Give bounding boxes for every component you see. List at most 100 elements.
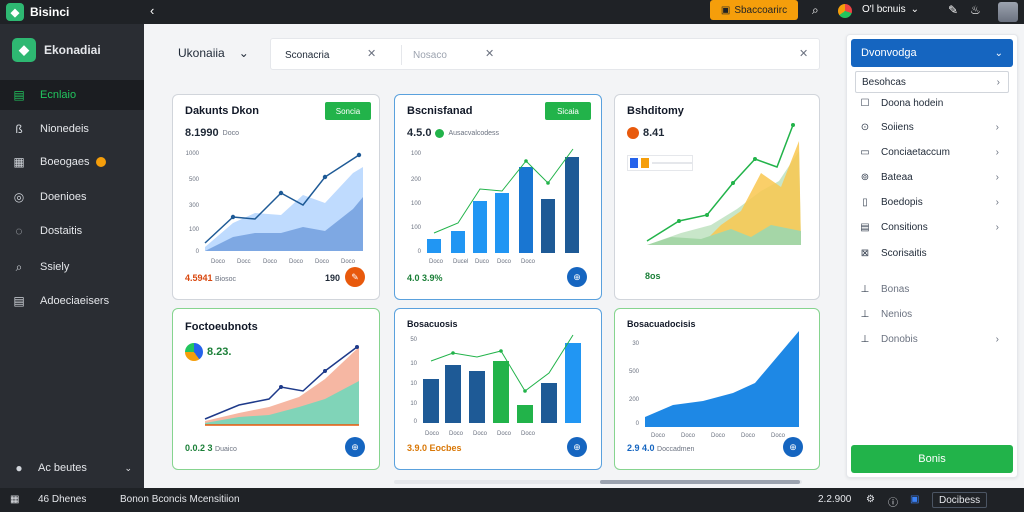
bar [517, 405, 533, 423]
sidebar-item-5[interactable]: ⌕ Ssiely [0, 252, 144, 282]
chart-card-3[interactable]: Foctoeubnots 8.23. 0.0.2 3 Duaico ⊕ [172, 308, 380, 470]
info-icon[interactable]: ⓘ [888, 494, 898, 509]
data-point [322, 174, 328, 180]
card-action-icon[interactable]: ⊕ [567, 437, 587, 457]
panel-item-label: Consitions [881, 221, 928, 233]
status-right-label[interactable]: Docibess [932, 492, 988, 508]
panel-item-0[interactable]: ☐ Doona hodein [855, 93, 1009, 113]
chart-card-4[interactable]: Bosacuosis 50 10 10 10 0 Doco Doco Doco … [394, 308, 602, 470]
tools-icon[interactable]: ✎ [948, 3, 958, 17]
bar [565, 157, 579, 253]
filter-chip-0[interactable]: Sconacria [285, 46, 329, 64]
panel-item-1[interactable]: ⊙ Soiiens › [855, 117, 1009, 137]
scrollbar-thumb[interactable] [600, 480, 800, 484]
avatar[interactable] [998, 2, 1018, 22]
panel-item-3[interactable]: ⊚ Bateaa › [855, 167, 1009, 187]
close-icon[interactable]: ✕ [367, 47, 376, 60]
bar [445, 365, 461, 423]
card-action-button[interactable]: Soncia [325, 102, 371, 120]
search-icon[interactable]: ⌕ [812, 3, 819, 18]
x-tick: Doco [449, 431, 464, 437]
card-action-icon[interactable]: ⊕ [783, 437, 803, 457]
app-logo-icon: ◆ [6, 3, 24, 21]
card-footer: 4.5941 Biosoc [185, 273, 236, 283]
card-footer-sub: Biosoc [215, 276, 237, 283]
horizontal-scrollbar[interactable] [394, 480, 802, 484]
card-value: 4.5.0 Ausacvalcodess [407, 127, 499, 139]
y-tick: 200 [411, 177, 422, 183]
close-icon[interactable]: ✕ [485, 47, 494, 60]
panel-item-9[interactable]: ⊥ Donobis › [855, 329, 1009, 349]
sidebar: ◆ Ekonadiai ▤ Ecnlaio ß Nionedeis ▦ Boeo… [0, 24, 144, 488]
chart-card-2[interactable]: Bshditomy 8.41 8os [614, 94, 820, 300]
back-button[interactable]: ‹ [150, 3, 154, 18]
card-action-icon[interactable]: ⊕ [345, 437, 365, 457]
data-point [753, 157, 757, 161]
panel-subheader[interactable]: Besohcas › [855, 71, 1009, 93]
sidebar-item-label: Nionedeis [40, 123, 89, 135]
panel-item-8[interactable]: ⊥ Nenios [855, 304, 1009, 324]
card-footer: 0.0.2 3 Duaico [185, 443, 237, 453]
chat-icon[interactable]: ▣ [910, 494, 919, 505]
panel-header-dropdown[interactable]: Dvonvodga ⌄ [851, 39, 1013, 67]
x-tick: Doco [521, 431, 536, 437]
item-icon: ⊠ [860, 247, 870, 259]
card-action-icon[interactable]: ✎ [345, 267, 365, 287]
notification-badge [95, 157, 106, 167]
sidebar-bottom-menu[interactable]: ● Ac beutes ⌄ [0, 454, 144, 482]
panel-item-4[interactable]: ▯ Boedopis › [855, 192, 1009, 212]
chart-card-0[interactable]: Dakunts Dkon Soncia 8.1990 Doco 1000 500… [172, 94, 380, 300]
sidebar-item-1[interactable]: ß Nionedeis [0, 114, 144, 144]
bell-icon[interactable]: ♨ [970, 3, 981, 17]
y-tick: 100 [411, 201, 422, 207]
chevron-right-icon: › [995, 196, 999, 208]
y-tick: 100 [411, 225, 422, 231]
card-footer: 8os [645, 271, 661, 281]
sidebar-item-3[interactable]: ◎ Doenioes [0, 182, 144, 212]
sidebar-item-4[interactable]: ◌ Dostaitis [0, 216, 144, 246]
clear-filters-icon[interactable]: ✕ [799, 47, 808, 60]
panel-item-7[interactable]: ⊥ Bonas [855, 279, 1009, 299]
settings-icon[interactable]: ⚙ [866, 494, 875, 505]
status-dot-icon [435, 128, 445, 138]
panel-item-5[interactable]: ▤ Consitions › [855, 217, 1009, 237]
grid-icon[interactable]: ▦ [10, 494, 19, 505]
status-bar: ▦ 46 Dhenes Bonon Bconcis Mcensitiion 2.… [0, 488, 1024, 512]
panel-item-6[interactable]: ⊠ Scorisaitis [855, 243, 1009, 263]
app-name: Bisinci [30, 5, 70, 19]
card-title: Foctoeubnots [185, 321, 258, 333]
top-bar: ◆ Bisinci ‹ ▣ Sbaccoarirc ⌕ O'l bcnuis ⌄… [0, 0, 1024, 24]
card-footer: 4.0 3.9% [407, 273, 443, 283]
card-footer-right: 190 [325, 273, 341, 283]
panel-item-2[interactable]: ▭ Conciaetaccum › [855, 142, 1009, 162]
x-tick: Doco [741, 433, 756, 439]
item-icon: ⊥ [860, 333, 870, 345]
chevron-down-icon: ⌄ [994, 47, 1003, 59]
card-action-icon[interactable]: ⊕ [567, 267, 587, 287]
workspace-select[interactable]: Ukonaiia ⌄ [160, 36, 264, 70]
currency-icon: ß [15, 122, 23, 136]
sidebar-item-2[interactable]: ▦ Boeogaes [0, 147, 144, 177]
panel-item-label: Scorisaitis [881, 247, 927, 259]
sidebar-item-6[interactable]: ▤ Adoeciaeisers [0, 286, 144, 316]
bar [541, 199, 555, 253]
chart-card-5[interactable]: Bosacuadocisis 30 500 200 0 Doco Doco Do… [614, 308, 820, 470]
panel-item-label: Doona hodein [881, 97, 944, 109]
x-tick: Docc [237, 259, 251, 265]
card-title: Bshditomy [627, 105, 684, 117]
x-tick: Doco [473, 431, 488, 437]
y-tick: 200 [629, 397, 640, 403]
sidebar-item-label: Adoeciaeisers [40, 295, 110, 307]
chevron-right-icon: › [995, 121, 999, 133]
y-tick: 50 [410, 337, 417, 343]
y-tick: 100 [411, 151, 422, 157]
card-action-button[interactable]: Sicaia [545, 102, 591, 120]
sidebar-item-0[interactable]: ▤ Ecnlaio [0, 80, 144, 110]
filter-chip-1[interactable]: Nosaco [413, 46, 447, 64]
chart-card-1[interactable]: Bscnisfanad Sicaia 4.5.0 Ausacvalcodess … [394, 94, 602, 300]
panel-primary-button[interactable]: Bonis [851, 445, 1013, 473]
user-menu[interactable]: O'l bcnuis ⌄ [862, 4, 919, 15]
filter-bar[interactable]: Sconacria ✕ Nosaco ✕ ✕ [270, 38, 820, 70]
top-center-button[interactable]: ▣ Sbaccoarirc [710, 0, 798, 20]
sidebar-bottom-label: Ac beutes [38, 462, 87, 474]
